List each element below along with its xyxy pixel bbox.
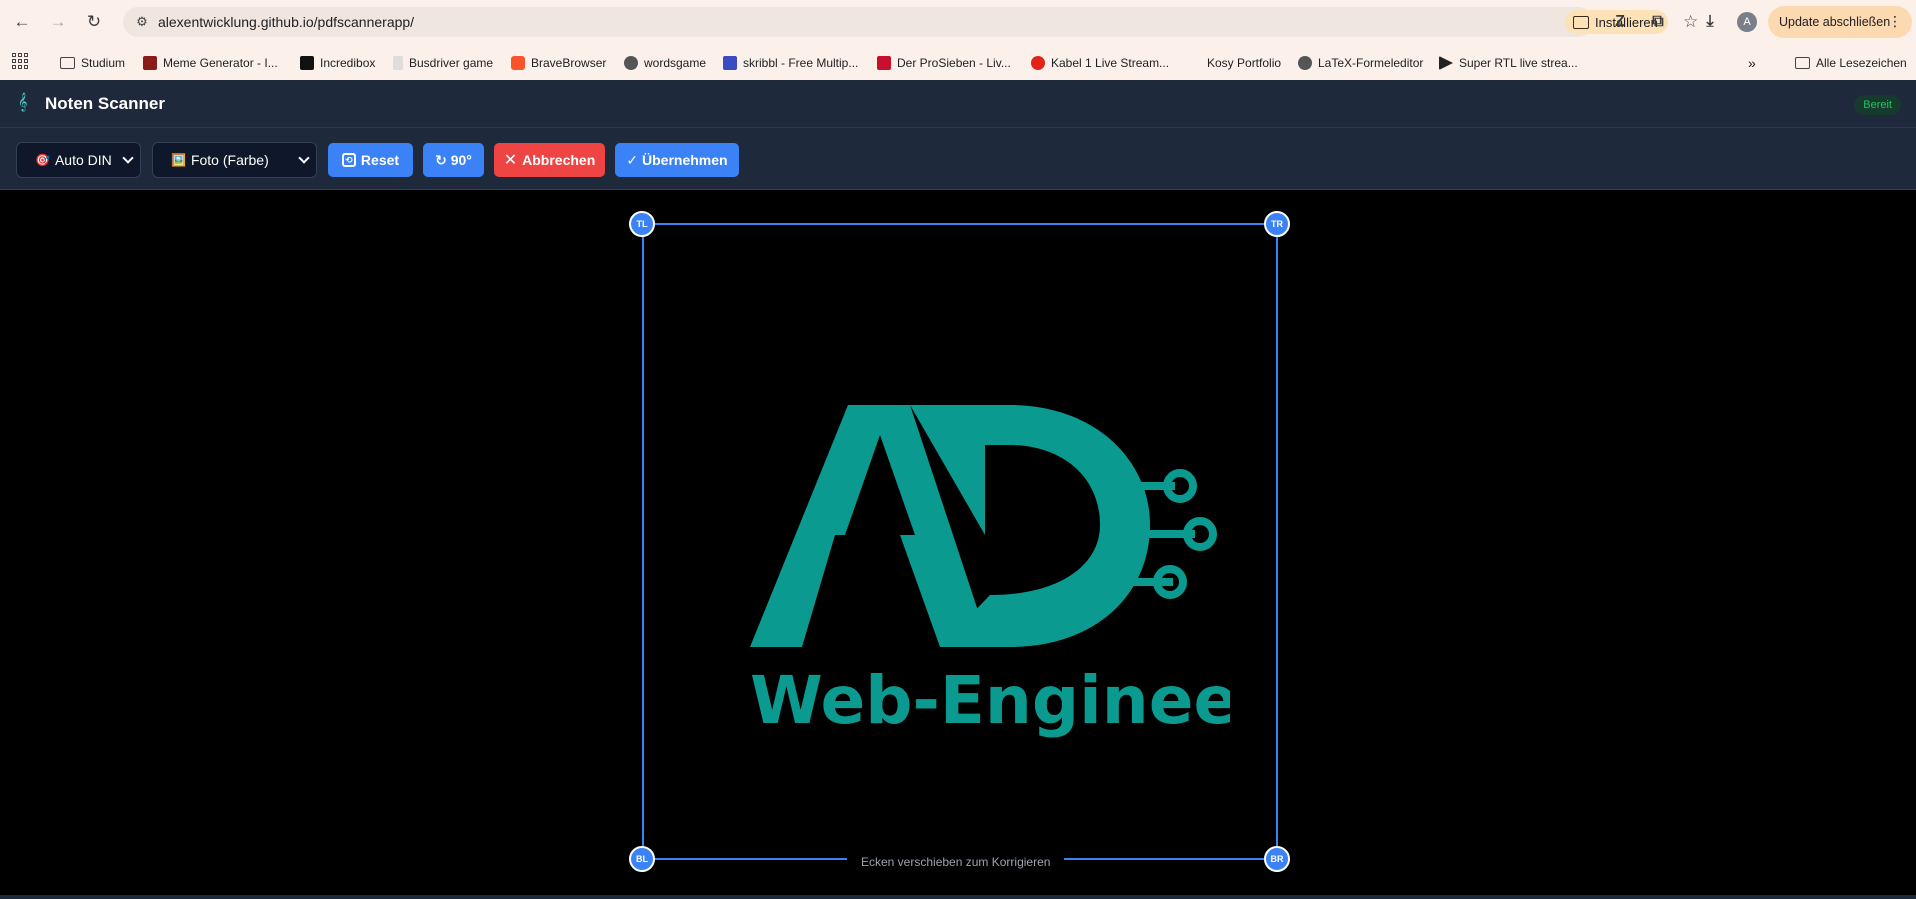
bookmark-busdriver[interactable]: Busdriver game — [393, 53, 493, 73]
bookmark-incredibox[interactable]: Incredibox — [300, 53, 375, 73]
site-settings-icon[interactable]: ⚙ — [133, 13, 151, 31]
bookmark-wordsgame[interactable]: wordsgame — [624, 53, 706, 73]
bookmark-latex[interactable]: LaTeX-Formeleditor — [1298, 53, 1423, 73]
bookmark-label: LaTeX-Formeleditor — [1318, 56, 1424, 70]
corner-handle-bl[interactable]: BL — [629, 846, 655, 872]
globe-icon — [1298, 56, 1312, 70]
kabel1-icon — [1031, 56, 1045, 70]
scanner-toolbar: 🎯 Auto DIN 🖼️ Foto (Farbe) ⟲ Reset ↻ 90°… — [0, 128, 1916, 190]
app-header: 𝄞 Noten Scanner Bereit — [0, 80, 1916, 128]
extension-z-icon[interactable]: Z — [1608, 10, 1632, 34]
brave-icon — [511, 56, 525, 70]
bookmark-label: Der ProSieben - Liv... — [897, 56, 1011, 70]
extensions-puzzle-icon[interactable]: ⧉ — [1646, 10, 1670, 34]
app-title: Noten Scanner — [45, 94, 165, 113]
all-bookmarks[interactable]: Alle Lesezeichen — [1795, 53, 1907, 73]
bookmark-label: wordsgame — [644, 56, 707, 70]
bookmark-label: BraveBrowser — [531, 56, 607, 70]
more-bookmarks-icon[interactable]: » — [1748, 53, 1756, 73]
status-badge: Bereit — [1854, 95, 1901, 115]
image-icon: 🖼️ — [171, 153, 186, 167]
skribbl-icon — [723, 56, 737, 70]
bookmark-prosieben[interactable]: Der ProSieben - Liv... — [877, 53, 1011, 73]
target-icon: 🎯 — [35, 153, 50, 167]
music-note-logo-icon: 𝄞 — [18, 94, 28, 111]
bookmark-superrtl[interactable]: Super RTL live strea... — [1439, 53, 1578, 73]
apps-grid-icon[interactable] — [12, 53, 28, 69]
menu-dots-icon: ⋮ — [1888, 13, 1902, 29]
update-label: Update abschließen — [1779, 15, 1891, 29]
page-icon — [393, 56, 403, 70]
bookmarks-bar: Studium Meme Generator - I... Incredibox… — [0, 44, 1916, 80]
filter-select-value: Foto (Farbe) — [190, 152, 269, 168]
close-icon: ✕ — [503, 152, 518, 169]
bookmark-skribbl[interactable]: skribbl - Free Multip... — [723, 53, 858, 73]
bookmark-label: Incredibox — [320, 56, 376, 70]
bookmark-brave[interactable]: BraveBrowser — [511, 53, 606, 73]
bookmark-label: Busdriver game — [409, 56, 494, 70]
bookmark-label: Studium — [81, 56, 126, 70]
rotate-label: ↻ 90° — [435, 151, 472, 168]
chevron-down-icon — [298, 152, 310, 164]
prosieben-icon — [877, 56, 891, 70]
bookmark-label: Super RTL live strea... — [1459, 56, 1578, 70]
reset-button[interactable]: ⟲ Reset — [328, 143, 413, 177]
corner-handle-tl[interactable]: TL — [629, 211, 655, 237]
forward-icon[interactable]: → — [47, 11, 69, 33]
globe-icon — [624, 56, 638, 70]
bookmark-label: Kosy Portfolio — [1207, 56, 1282, 70]
crop-frame[interactable] — [642, 223, 1278, 860]
bookmark-kabel1[interactable]: Kabel 1 Live Stream... — [1031, 53, 1169, 73]
mode-select-value: Auto DIN — [54, 152, 112, 168]
incredibox-icon — [300, 56, 314, 70]
folder-icon — [60, 57, 75, 69]
url-text[interactable]: alexentwicklung.github.io/pdfscannerapp/ — [158, 14, 414, 30]
mode-select[interactable]: 🎯 Auto DIN — [16, 142, 141, 178]
back-icon[interactable]: ← — [11, 11, 33, 33]
bottom-bar — [0, 895, 1916, 899]
bookmark-star-icon[interactable]: ☆ — [1683, 12, 1698, 32]
cancel-button[interactable]: ✕ Abbrechen — [494, 143, 605, 177]
bookmark-kosy[interactable]: Kosy Portfolio — [1187, 53, 1281, 73]
folder-icon — [1795, 57, 1810, 69]
rotate-button[interactable]: ↻ 90° — [423, 143, 484, 177]
reset-label: Reset — [360, 152, 400, 168]
reset-icon: ⟲ — [341, 153, 356, 167]
bookmark-label: skribbl - Free Multip... — [743, 56, 859, 70]
bookmark-label: Kabel 1 Live Stream... — [1051, 56, 1170, 70]
all-bookmarks-label: Alle Lesezeichen — [1816, 56, 1907, 70]
download-icon[interactable]: ⤓ — [1698, 10, 1722, 34]
crop-hint-text: Ecken verschieben zum Korrigieren — [847, 852, 1065, 872]
blank-icon — [1187, 56, 1201, 70]
bookmark-label: Meme Generator - I... — [163, 56, 278, 70]
update-button[interactable]: Update abschließen ⋮ — [1768, 6, 1912, 38]
apply-button[interactable]: ✓ Übernehmen — [615, 143, 739, 177]
apply-label: ✓ Übernehmen — [626, 151, 728, 168]
bookmark-meme-generator[interactable]: Meme Generator - I... — [143, 53, 278, 73]
bookmark-studium[interactable]: Studium — [60, 53, 125, 73]
reload-icon[interactable]: ↻ — [83, 11, 105, 33]
address-bar[interactable]: ⚙ alexentwicklung.github.io/pdfscannerap… — [123, 7, 1698, 37]
browser-toolbar: ← → ↻ ⚙ alexentwicklung.github.io/pdfsca… — [0, 0, 1916, 44]
corner-handle-tr[interactable]: TR — [1264, 211, 1290, 237]
corner-handle-br[interactable]: BR — [1264, 846, 1290, 872]
profile-avatar[interactable]: A — [1737, 12, 1757, 32]
play-icon — [1439, 56, 1453, 70]
cancel-label: Abbrechen — [522, 152, 596, 168]
chevron-down-icon — [122, 152, 134, 164]
install-icon — [1573, 15, 1589, 29]
meme-icon — [143, 56, 157, 70]
filter-select[interactable]: 🖼️ Foto (Farbe) — [152, 142, 317, 178]
